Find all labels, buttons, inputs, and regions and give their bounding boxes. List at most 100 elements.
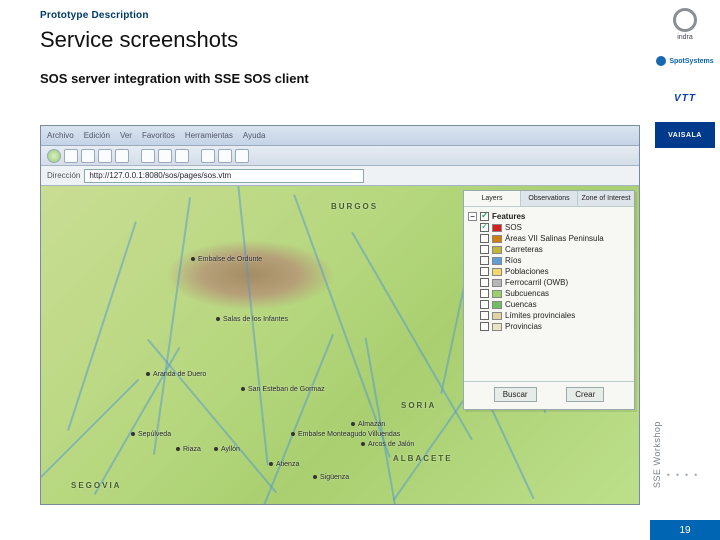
checkbox-icon[interactable]	[480, 256, 489, 265]
logo-vaisala: VAISALA	[655, 122, 715, 148]
tab-observations[interactable]: Observations	[521, 191, 578, 206]
map-viewport[interactable]: BURGOSEmbalse de OrdunteSalas de los Inf…	[41, 186, 639, 504]
checkbox-icon[interactable]	[480, 212, 489, 221]
map-label: Salas de los Infantes	[216, 316, 288, 323]
map-label: Embalse Monteagudo Villuendas	[291, 431, 400, 438]
layer-label: Subcuencas	[505, 289, 549, 298]
checkbox-icon[interactable]	[480, 234, 489, 243]
root-label: Features	[492, 212, 525, 221]
panel-tabs: Layers Observations Zone of Interest	[464, 191, 634, 207]
logo-vtt: VTT	[655, 85, 715, 111]
refresh-icon[interactable]	[98, 149, 112, 163]
layer-label: Carreteras	[505, 245, 543, 254]
layer-row[interactable]: Subcuencas	[468, 288, 630, 299]
menu-item[interactable]: Edición	[84, 131, 110, 140]
slide: Prototype Description Service screenshot…	[0, 0, 720, 540]
color-swatch	[492, 312, 502, 320]
layer-row[interactable]: Ferrocarril (OWB)	[468, 277, 630, 288]
menu-item[interactable]: Favoritos	[142, 131, 175, 140]
address-label: Dirección	[47, 171, 80, 180]
layer-tree: − Features SOSÁreas VII Salinas Peninsul…	[464, 207, 634, 381]
checkbox-icon[interactable]	[480, 289, 489, 298]
layer-label: Límites provinciales	[505, 311, 575, 320]
menu-item[interactable]: Archivo	[47, 131, 74, 140]
address-input[interactable]: http://127.0.0.1:8080/sos/pages/sos.vtm	[84, 169, 364, 183]
color-swatch	[492, 268, 502, 276]
layer-row[interactable]: Áreas VII Salinas Peninsula	[468, 233, 630, 244]
checkbox-icon[interactable]	[480, 223, 489, 232]
layer-label: Cuencas	[505, 300, 537, 309]
content-area: Prototype Description Service screenshot…	[0, 0, 650, 540]
create-button[interactable]: Crear	[566, 387, 604, 402]
checkbox-icon[interactable]	[480, 278, 489, 287]
spot-dot-icon	[656, 56, 666, 66]
back-icon[interactable]	[47, 149, 61, 163]
map-label: Ayllón	[214, 446, 240, 453]
map-label: ALBACETE	[393, 454, 453, 463]
map-label: Aranda de Duero	[146, 371, 206, 378]
map-label: San Esteban de Gormaz	[241, 386, 325, 393]
layer-row[interactable]: Carreteras	[468, 244, 630, 255]
map-label: Sepúlveda	[131, 431, 171, 438]
layer-row[interactable]: SOS	[468, 222, 630, 233]
map-label: Arcos de Jalón	[361, 441, 414, 448]
embedded-screenshot: Archivo Edición Ver Favoritos Herramient…	[40, 125, 640, 505]
color-swatch	[492, 279, 502, 287]
spot-text: SpotSystems	[669, 58, 713, 65]
indra-text: indra	[677, 34, 693, 41]
search-button[interactable]: Buscar	[494, 387, 537, 402]
layer-row[interactable]: Cuencas	[468, 299, 630, 310]
browser-menubar: Archivo Edición Ver Favoritos Herramient…	[41, 126, 639, 146]
layers-panel: Layers Observations Zone of Interest − F…	[463, 190, 635, 410]
checkbox-icon[interactable]	[480, 267, 489, 276]
browser-addressbar: Dirección http://127.0.0.1:8080/sos/page…	[41, 166, 639, 186]
layer-row[interactable]: Límites provinciales	[468, 310, 630, 321]
map-label: Sigüenza	[313, 474, 349, 481]
layer-row[interactable]: Provincias	[468, 321, 630, 332]
stop-icon[interactable]	[81, 149, 95, 163]
layer-label: Ríos	[505, 256, 521, 265]
checkbox-icon[interactable]	[480, 245, 489, 254]
map-label: Almazán	[351, 421, 385, 428]
map-label: BURGOS	[331, 202, 378, 211]
tab-zoi[interactable]: Zone of Interest	[578, 191, 634, 206]
checkbox-icon[interactable]	[480, 300, 489, 309]
layer-label: Provincias	[505, 322, 542, 331]
history-icon[interactable]	[175, 149, 189, 163]
vertical-label: SSE Workshop	[652, 416, 718, 494]
browser-toolbar	[41, 146, 639, 166]
color-swatch	[492, 257, 502, 265]
menu-item[interactable]: Ayuda	[243, 131, 266, 140]
map-label: Atienza	[269, 461, 299, 468]
home-icon[interactable]	[115, 149, 129, 163]
favorites-icon[interactable]	[158, 149, 172, 163]
section-label: Prototype Description	[0, 0, 650, 27]
search-icon[interactable]	[141, 149, 155, 163]
checkbox-icon[interactable]	[480, 322, 489, 331]
checkbox-icon[interactable]	[480, 311, 489, 320]
color-swatch	[492, 323, 502, 331]
collapse-icon[interactable]: −	[468, 212, 477, 221]
layer-row[interactable]: Poblaciones	[468, 266, 630, 277]
forward-icon[interactable]	[64, 149, 78, 163]
layer-label: Poblaciones	[505, 267, 549, 276]
color-swatch	[492, 224, 502, 232]
layer-rows: SOSÁreas VII Salinas PeninsulaCarreteras…	[468, 222, 630, 332]
page-title: Service screenshots	[0, 27, 650, 63]
color-swatch	[492, 246, 502, 254]
print-icon[interactable]	[218, 149, 232, 163]
logo-spotsystems: SpotSystems	[655, 48, 715, 74]
address-value: http://127.0.0.1:8080/sos/pages/sos.vtm	[89, 171, 231, 180]
color-swatch	[492, 301, 502, 309]
tab-layers[interactable]: Layers	[464, 191, 521, 206]
right-sidebar: indra SpotSystems VTT VAISALA •••• SSE W…	[650, 0, 720, 540]
indra-mark-icon	[673, 8, 697, 32]
menu-item[interactable]: Ver	[120, 131, 132, 140]
map-label: SORIA	[401, 401, 436, 410]
panel-buttons: Buscar Crear	[464, 381, 634, 407]
edit-icon[interactable]	[235, 149, 249, 163]
mail-icon[interactable]	[201, 149, 215, 163]
menu-item[interactable]: Herramientas	[185, 131, 233, 140]
tree-root[interactable]: − Features	[468, 211, 630, 222]
layer-row[interactable]: Ríos	[468, 255, 630, 266]
